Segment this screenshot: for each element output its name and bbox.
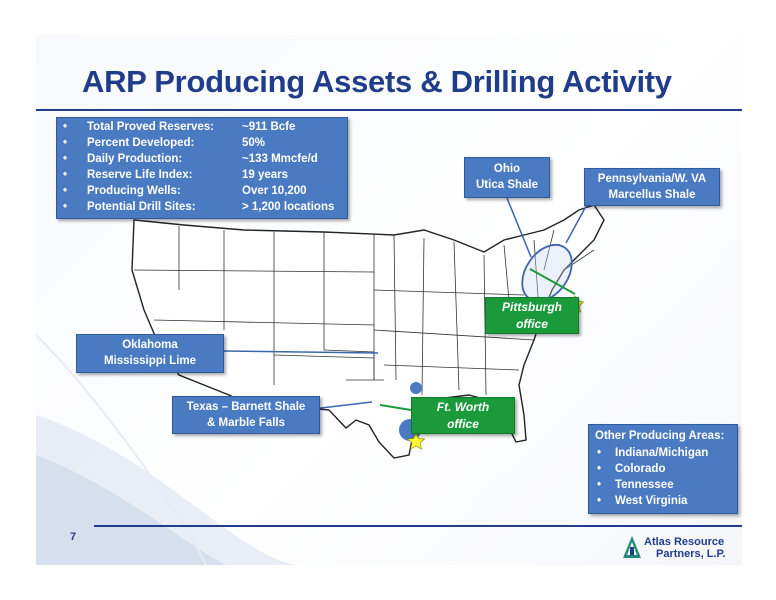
pittsburgh-office-label: Pittsburgh office — [485, 297, 579, 334]
stat-value: 50% — [242, 137, 266, 149]
bullet: • — [597, 479, 602, 491]
stat-label: Percent Developed: — [87, 137, 195, 149]
callout-line: Utica Shale — [476, 179, 538, 191]
callout-line: Texas – Barnett Shale — [186, 401, 306, 413]
stat-label: Daily Production: — [87, 153, 183, 165]
bullet: • — [63, 153, 68, 165]
ft-worth-office-label: Ft. Worth office — [411, 397, 515, 434]
stat-value: ~911 Bcfe — [242, 121, 296, 133]
logo-text-line1: Atlas Resource — [644, 536, 725, 548]
callout-line: Ohio — [493, 163, 521, 175]
office-line: office — [516, 317, 548, 331]
footer-divider — [94, 525, 742, 527]
logo-text-line2: Partners, L.P. — [656, 548, 726, 560]
stat-row-total-reserves: • Total Proved Reserves: ~911 Bcfe — [57, 121, 347, 137]
other-area-label: Indiana/Michigan — [615, 447, 709, 459]
callout-pennsylvania-marcellus: Pennsylvania/W. VA Marcellus Shale — [584, 168, 720, 206]
bullet: • — [597, 447, 602, 459]
atlas-logo-icon — [623, 536, 641, 558]
stat-value: ~133 Mmcfe/d — [242, 153, 318, 165]
bullet: • — [597, 463, 602, 475]
callout-line: Pennsylvania/W. VA — [597, 173, 707, 185]
bullet: • — [63, 137, 68, 149]
other-area-label: West Virginia — [615, 495, 688, 507]
company-logo: Atlas Resource Partners, L.P. — [622, 535, 740, 561]
callout-line: Oklahoma — [122, 339, 178, 351]
bullet: • — [63, 201, 68, 213]
bullet: • — [63, 169, 68, 181]
stat-label: Total Proved Reserves: — [87, 121, 214, 133]
page-number: 7 — [70, 531, 77, 543]
bullet: • — [63, 121, 68, 133]
other-area-label: Tennessee — [615, 479, 674, 491]
stat-row-daily-production: • Daily Production: ~133 Mmcfe/d — [57, 153, 347, 169]
office-line: Ft. Worth — [436, 400, 490, 414]
slide: ARP Producing Assets & Drilling Activity… — [36, 35, 742, 565]
other-producing-areas-box: Other Producing Areas: • Indiana/Michiga… — [588, 424, 738, 514]
callout-line: Mississippi Lime — [103, 355, 197, 367]
mississippi-lime-marker — [410, 382, 422, 394]
callout-texas-barnett: Texas – Barnett Shale & Marble Falls — [172, 396, 320, 434]
office-line: office — [447, 417, 479, 431]
bullet: • — [597, 495, 602, 507]
bullet: • — [63, 185, 68, 197]
stat-row-percent-developed: • Percent Developed: 50% — [57, 137, 347, 153]
callout-oklahoma-mississippi-lime: Oklahoma Mississippi Lime — [76, 334, 224, 373]
slide-title: ARP Producing Assets & Drilling Activity — [82, 64, 672, 99]
title-divider — [36, 109, 742, 111]
callout-line: & Marble Falls — [207, 417, 285, 429]
office-line: Pittsburgh — [502, 300, 562, 314]
callout-ohio-utica: Ohio Utica Shale — [464, 157, 550, 198]
other-areas-title: Other Producing Areas: — [595, 430, 725, 442]
callout-line: Marcellus Shale — [608, 189, 696, 201]
other-area-label: Colorado — [615, 463, 666, 475]
